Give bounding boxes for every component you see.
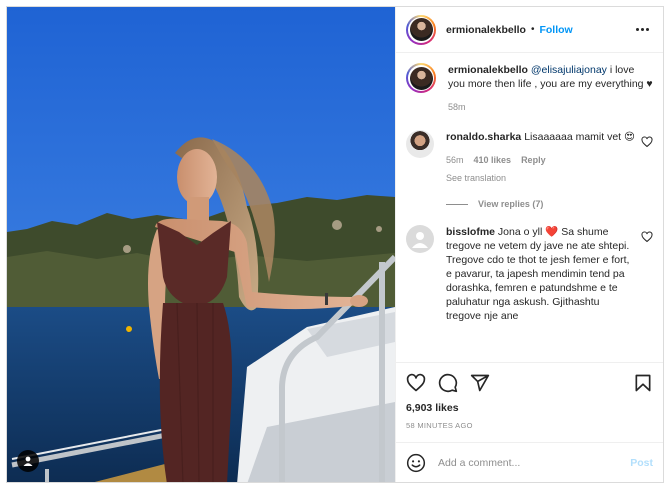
- likes-count[interactable]: 6,903 likes: [396, 402, 663, 418]
- comment-icon[interactable]: [438, 373, 458, 393]
- commenter-avatar[interactable]: [406, 225, 434, 253]
- add-comment-bar: Post: [396, 442, 663, 482]
- author-username[interactable]: ermionalekbello: [446, 24, 526, 36]
- separator-dot: •: [530, 24, 535, 35]
- caption-username[interactable]: ermionalekbello: [448, 64, 528, 76]
- caption-time[interactable]: 58m: [448, 100, 466, 114]
- post-comment-button[interactable]: Post: [630, 457, 653, 469]
- see-translation-link[interactable]: See translation: [446, 171, 635, 185]
- action-bar: [396, 362, 663, 402]
- post-image[interactable]: [7, 7, 395, 482]
- user-tag-icon: [23, 456, 33, 466]
- author-avatar[interactable]: [406, 14, 436, 45]
- post-header: ermionalekbello • Follow: [396, 7, 663, 53]
- comment-like-heart-icon[interactable]: [641, 136, 653, 148]
- comment-username[interactable]: ronaldo.sharka: [446, 131, 521, 143]
- post-modal: ermionalekbello • Follow ermionalekbello…: [6, 6, 664, 483]
- comment-text: Lisaaaaaa mamit vet 😍: [521, 131, 635, 143]
- comment-item: bisslofme Jona o yll ❤️ Sa shume tregove…: [406, 225, 653, 323]
- bookmark-icon[interactable]: [633, 373, 653, 393]
- emoji-icon[interactable]: [406, 453, 426, 473]
- comment-text: Jona o yll ❤️ Sa shume tregove ne vetem …: [446, 226, 630, 322]
- comment-like-heart-icon[interactable]: [641, 231, 653, 243]
- reply-button[interactable]: Reply: [521, 153, 546, 167]
- comment-input[interactable]: [438, 456, 631, 469]
- commenter-avatar[interactable]: [406, 130, 434, 158]
- user-tag-button[interactable]: [17, 450, 39, 472]
- view-replies-label: View replies (7): [478, 199, 544, 209]
- comment-username[interactable]: bisslofme: [446, 226, 495, 238]
- replies-line: [446, 203, 468, 205]
- caption: ermionalekbello @elisajuliajonay i love …: [406, 63, 653, 114]
- view-replies-button[interactable]: View replies (7): [446, 199, 653, 209]
- post-timestamp[interactable]: 58 MINUTES AGO: [396, 418, 663, 442]
- caption-mention[interactable]: @elisajuliajonay: [531, 64, 607, 76]
- post-details-panel: ermionalekbello • Follow ermionalekbello…: [395, 7, 663, 482]
- comment-item: ronaldo.sharka Lisaaaaaa mamit vet 😍 56m…: [406, 130, 653, 185]
- comment-likes[interactable]: 410 likes: [474, 153, 512, 167]
- comments-list[interactable]: ermionalekbello @elisajuliajonay i love …: [396, 53, 663, 362]
- default-avatar-icon: [412, 232, 428, 248]
- photo-scene: [7, 7, 395, 482]
- share-icon[interactable]: [470, 373, 490, 393]
- more-options-icon[interactable]: [632, 24, 653, 35]
- follow-button[interactable]: Follow: [539, 24, 572, 36]
- caption-avatar[interactable]: [406, 63, 436, 93]
- comment-time[interactable]: 56m: [446, 153, 464, 167]
- heart-icon[interactable]: [406, 373, 426, 393]
